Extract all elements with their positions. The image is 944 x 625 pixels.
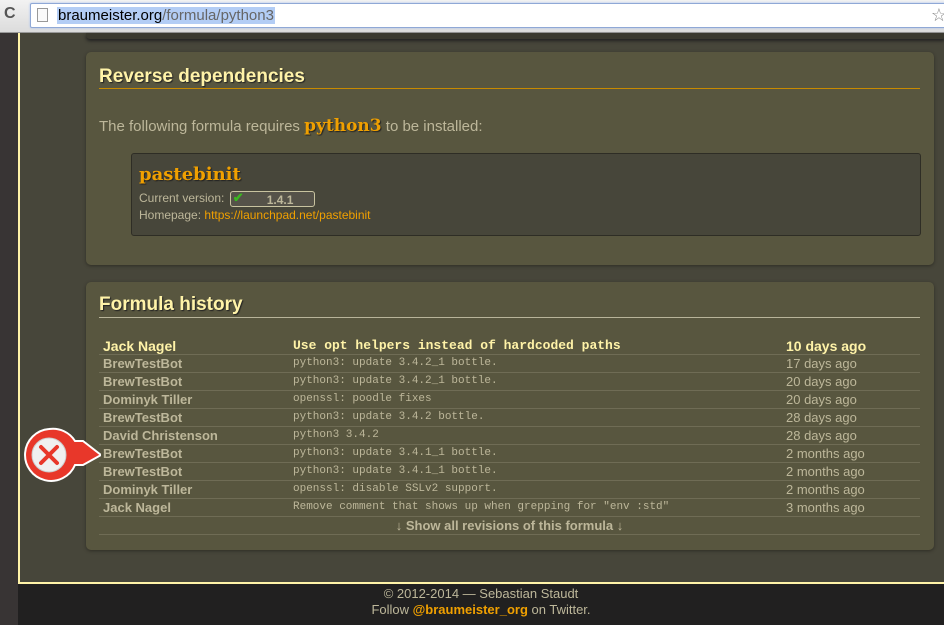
commit-date: 28 days ago — [786, 410, 857, 425]
commit-author: BrewTestBot — [103, 356, 183, 371]
commit-message[interactable]: openssl: disable SSLv2 support. — [293, 483, 498, 495]
commit-message[interactable]: openssl: poodle fixes — [293, 393, 432, 405]
history-row: Dominyk Tiller openssl: disable SSLv2 sup… — [99, 481, 920, 499]
commit-date: 20 days ago — [786, 374, 857, 389]
commit-author: David Christenson — [103, 428, 218, 443]
history-row: Jack Nagel Use opt helpers instead of har… — [99, 337, 920, 355]
left-strip — [0, 33, 18, 625]
commit-author: Jack Nagel — [103, 338, 177, 354]
section-title: Reverse dependencies — [99, 66, 305, 87]
commit-message[interactable]: python3: update 3.4.2_1 bottle. — [293, 375, 498, 387]
divider — [99, 88, 920, 89]
commit-date: 2 months ago — [786, 464, 865, 479]
commit-message[interactable]: python3 3.4.2 — [293, 429, 379, 441]
page-icon — [37, 8, 48, 22]
url-text[interactable]: braumeister.org/formula/python3 — [57, 7, 275, 24]
homepage: Homepage: https://launchpad.net/pastebin… — [139, 208, 371, 222]
homepage-link[interactable]: https://launchpad.net/pastebinit — [204, 208, 370, 222]
commit-message[interactable]: python3: update 3.4.1_1 bottle. — [293, 447, 498, 459]
commit-message[interactable]: Remove comment that shows up when greppi… — [293, 501, 669, 513]
footer: © 2012-2014 — Sebastian Staudt Follow @b… — [18, 586, 944, 618]
commit-message[interactable]: python3: update 3.4.2 bottle. — [293, 411, 484, 423]
history-row: BrewTestBot python3: update 3.4.2 bottle.… — [99, 409, 920, 427]
divider — [99, 317, 920, 318]
reverse-dependencies-panel: Reverse dependencies The following formu… — [86, 52, 934, 265]
commit-date: 2 months ago — [786, 482, 865, 497]
current-version: Current version: ✔ 1.4.1 — [139, 190, 315, 207]
dependent-formula-link[interactable]: pastebinit — [139, 164, 241, 185]
show-all-revisions-link[interactable]: ↓ Show all revisions of this formula ↓ — [99, 517, 920, 535]
formula-name: python3 — [304, 116, 382, 136]
commit-author: BrewTestBot — [103, 464, 183, 479]
reload-icon[interactable]: C — [4, 5, 16, 23]
version-badge: ✔ 1.4.1 — [229, 190, 315, 207]
bookmark-star-icon[interactable]: ☆ — [931, 5, 944, 26]
commit-author: BrewTestBot — [103, 410, 183, 425]
error-close-icon[interactable] — [21, 427, 101, 483]
previous-panel-edge — [86, 33, 944, 39]
commit-author: BrewTestBot — [103, 446, 183, 461]
commit-message[interactable]: python3: update 3.4.2_1 bottle. — [293, 357, 498, 369]
history-row: David Christenson python3 3.4.2 28 days ag… — [99, 427, 920, 445]
dependent-formula-card: pastebinit Current version: ✔ 1.4.1 Homep… — [131, 153, 921, 236]
history-row: Dominyk Tiller openssl: poodle fixes 20 da… — [99, 391, 920, 409]
commit-author: Dominyk Tiller — [103, 392, 193, 407]
copyright: © 2012-2014 — Sebastian Staudt — [383, 586, 579, 601]
commit-date: 2 months ago — [786, 446, 865, 461]
formula-history-panel: Formula history Jack Nagel Use opt helper… — [86, 282, 934, 550]
section-title: Formula history — [99, 294, 243, 315]
commit-author: Jack Nagel — [103, 500, 171, 515]
commit-author: Dominyk Tiller — [103, 482, 193, 497]
address-bar[interactable]: braumeister.org/formula/python3 ☆ — [30, 3, 944, 28]
commit-date: 28 days ago — [786, 428, 857, 443]
commit-date: 10 days ago — [786, 338, 867, 354]
commit-date: 17 days ago — [786, 356, 857, 371]
history-table: Jack Nagel Use opt helpers instead of har… — [99, 337, 920, 535]
history-row: BrewTestBot python3: update 3.4.1_1 bottl… — [99, 463, 920, 481]
follow-text: Follow @braumeister_org on Twitter. — [371, 602, 591, 617]
requirement-text: The following formula requires python3 t… — [99, 116, 483, 136]
twitter-link[interactable]: @braumeister_org — [413, 602, 528, 617]
history-row: BrewTestBot python3: update 3.4.1_1 bottl… — [99, 445, 920, 463]
commit-date: 3 months ago — [786, 500, 865, 515]
commit-date: 20 days ago — [786, 392, 857, 407]
history-row: BrewTestBot python3: update 3.4.2_1 bottl… — [99, 373, 920, 391]
main-content: Reverse dependencies The following formu… — [18, 33, 944, 584]
commit-author: BrewTestBot — [103, 374, 183, 389]
commit-message[interactable]: python3: update 3.4.1_1 bottle. — [293, 465, 498, 477]
history-row: Jack Nagel Remove comment that shows up w… — [99, 499, 920, 517]
commit-message[interactable]: Use opt helpers instead of hardcoded pat… — [293, 338, 621, 353]
history-row: BrewTestBot python3: update 3.4.2_1 bottl… — [99, 355, 920, 373]
browser-toolbar: C braumeister.org/formula/python3 ☆ — [0, 0, 944, 33]
check-icon: ✔ — [232, 190, 244, 205]
